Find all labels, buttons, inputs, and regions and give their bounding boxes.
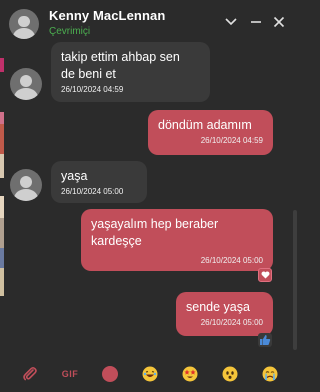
message-timestamp: 26/10/2024 04:59 [61, 85, 124, 94]
message-timestamp: 26/10/2024 05:00 [200, 256, 263, 265]
message-timestamp: 26/10/2024 05:00 [200, 318, 263, 327]
message-text: yaşa [61, 169, 88, 183]
gif-button[interactable]: GIF [60, 364, 80, 384]
gif-label: GIF [61, 369, 79, 379]
compose-toolbar: GIF [0, 355, 298, 392]
message-timestamp: 26/10/2024 04:59 [200, 136, 263, 145]
star-eyes-emoji-icon [182, 366, 198, 382]
message-text: takip ettim ahbap sen de beni et [61, 50, 180, 81]
minimize-icon [251, 21, 261, 23]
message-text: döndüm adamım [158, 118, 252, 132]
contact-avatar[interactable] [9, 9, 39, 39]
crying-emoji-icon [262, 366, 278, 382]
message-timestamp: 26/10/2024 05:00 [61, 187, 124, 196]
laughing-emoji-icon [142, 366, 158, 382]
heart-eyes-emoji-button[interactable] [220, 364, 240, 384]
message-bubble-incoming[interactable]: yaşa 26/10/2024 05:00 [51, 161, 147, 203]
heart-icon [261, 271, 269, 279]
close-button[interactable] [269, 12, 289, 32]
message-bubble-outgoing[interactable]: döndüm adamım 26/10/2024 04:59 [148, 110, 273, 155]
star-eyes-emoji-button[interactable] [180, 364, 200, 384]
heart-eyes-emoji-icon [222, 366, 238, 382]
sender-avatar[interactable] [10, 169, 42, 201]
background-edge-strip [0, 0, 4, 392]
chevron-down-icon [225, 18, 237, 26]
attach-button[interactable] [20, 364, 40, 384]
message-bubble-outgoing[interactable]: sende yaşa 26/10/2024 05:00 [176, 292, 273, 336]
scrollbar-thumb[interactable] [293, 210, 297, 350]
message-bubble-outgoing[interactable]: yaşayalım hep beraber kardeşçe 26/10/202… [81, 209, 273, 271]
heart-reaction[interactable] [258, 268, 272, 282]
chat-window: Kenny MacLennan Çevrimiçi takip ettim ah… [0, 0, 298, 392]
thumbs-up-icon [260, 335, 271, 345]
sender-avatar[interactable] [10, 68, 42, 100]
crying-emoji-button[interactable] [260, 364, 280, 384]
message-bubble-incoming[interactable]: takip ettim ahbap sen de beni et 26/10/2… [51, 42, 210, 102]
thumbs-up-reaction[interactable] [258, 333, 272, 347]
message-text: yaşayalım hep beraber kardeşçe [91, 217, 219, 248]
contact-name[interactable]: Kenny MacLennan [49, 8, 165, 23]
message-text: sende yaşa [186, 300, 250, 314]
close-icon [273, 16, 285, 28]
minimize-button[interactable] [246, 12, 266, 32]
record-icon [102, 366, 118, 382]
attach-icon [23, 367, 37, 381]
laughing-emoji-button[interactable] [140, 364, 160, 384]
collapse-button[interactable] [221, 12, 241, 32]
record-button[interactable] [100, 364, 120, 384]
chat-header: Kenny MacLennan Çevrimiçi [0, 0, 298, 44]
contact-status: Çevrimiçi [49, 26, 91, 37]
